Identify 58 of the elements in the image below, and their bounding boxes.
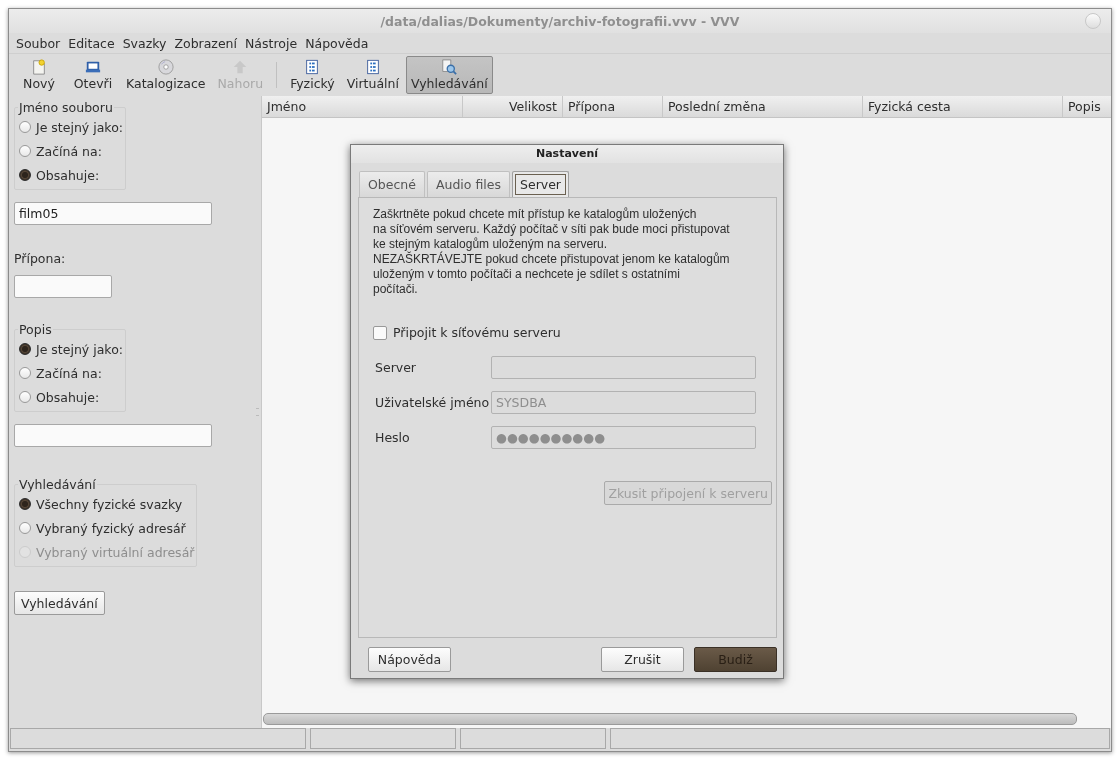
filename-field[interactable]: film05 <box>14 202 212 225</box>
dialog-title: Nastavení <box>351 145 783 163</box>
radio-button[interactable] <box>19 498 31 510</box>
menu-item[interactable]: Soubor <box>12 35 65 51</box>
menu-item[interactable]: Nástroje <box>241 35 302 51</box>
tab[interactable]: Server <box>512 171 569 197</box>
column-header[interactable]: Jméno <box>262 96 463 117</box>
radio-button[interactable] <box>19 145 31 157</box>
new-document-icon <box>30 59 48 75</box>
close-button[interactable] <box>1085 13 1101 29</box>
radio-button[interactable] <box>19 391 31 403</box>
group-title: Jméno souboru <box>18 100 114 115</box>
field-label: Uživatelské jméno <box>375 395 491 410</box>
column-header[interactable]: Fyzická cesta <box>863 96 1063 117</box>
radio-label[interactable]: Je stejný jako: <box>36 341 123 357</box>
radio-button[interactable] <box>19 367 31 379</box>
radio-label[interactable]: Začíná na: <box>36 365 102 381</box>
tab[interactable]: Obecné <box>359 171 425 197</box>
tab[interactable]: Audio files <box>426 171 510 197</box>
toolbar-button[interactable]: Otevři <box>67 56 119 94</box>
radio-label[interactable]: Obsahuje: <box>36 389 100 405</box>
extension-field[interactable] <box>14 275 112 298</box>
description-field[interactable] <box>14 424 212 447</box>
toolbar-button[interactable]: Nový <box>13 56 65 94</box>
radio-label[interactable]: Obsahuje: <box>36 167 100 183</box>
toolbar-button[interactable]: Katalogizace <box>121 56 211 94</box>
group-title: Vyhledávání <box>18 477 97 492</box>
description-text: Zaškrtněte pokud chcete mít přístup ke katalogům uložených na síťovém serveru. Každý počítač v síti pak bude moci přistupovat ke stejným katalogům uloženým na serveru. NEZAŠKRTÁVEJTE pokud chcete přistupovat jenom ke katalogům uloženým v tomto počítači a nechcete je sdílet s ostatními počítači. <box>373 207 731 297</box>
dialog-button[interactable]: Zrušit <box>601 647 684 672</box>
menu-item[interactable]: Nápověda <box>301 35 373 51</box>
field-label: Server <box>375 360 417 375</box>
radio-label[interactable]: Začíná na: <box>36 143 102 159</box>
window-title: /data/dalias/Dokumenty/archiv-fotografii.vvv - VVV <box>380 13 740 29</box>
column-header[interactable]: Poslední změna <box>663 96 863 117</box>
radio-button[interactable] <box>19 121 31 133</box>
extension-label: Přípona: <box>14 251 66 266</box>
column-header[interactable]: Přípona <box>563 96 663 117</box>
toolbar-button[interactable]: Vyhledávání <box>405 56 493 94</box>
disc-icon <box>156 59 175 75</box>
toolbar-button[interactable]: Fyzický <box>285 56 340 94</box>
column-header[interactable]: Popis <box>1063 96 1111 117</box>
menu-item[interactable]: Zobrazení <box>170 35 241 51</box>
radio-button[interactable] <box>19 343 31 355</box>
dialog-button[interactable]: Nápověda <box>368 647 451 672</box>
radio-label[interactable]: Vybraný fyzický adresář <box>36 520 186 536</box>
search-icon <box>440 59 459 75</box>
field-label: Heslo <box>375 430 411 445</box>
group-title: Popis <box>18 322 53 337</box>
column-header[interactable]: Velikost <box>463 96 563 117</box>
radio-label[interactable]: Je stejný jako: <box>36 119 123 135</box>
checkbox-option[interactable]: Připojit k síťovému serveru <box>373 325 768 340</box>
search-button[interactable]: Vyhledávání <box>14 591 105 615</box>
radio-button[interactable] <box>19 169 31 181</box>
radio-button[interactable] <box>19 522 31 534</box>
radio-label[interactable]: Všechny fyzické svazky <box>36 496 183 512</box>
menu-item[interactable]: Svazky <box>118 35 171 51</box>
toolbar-button[interactable]: Virtuální <box>341 56 404 94</box>
menu-item[interactable]: Editace <box>64 35 119 51</box>
